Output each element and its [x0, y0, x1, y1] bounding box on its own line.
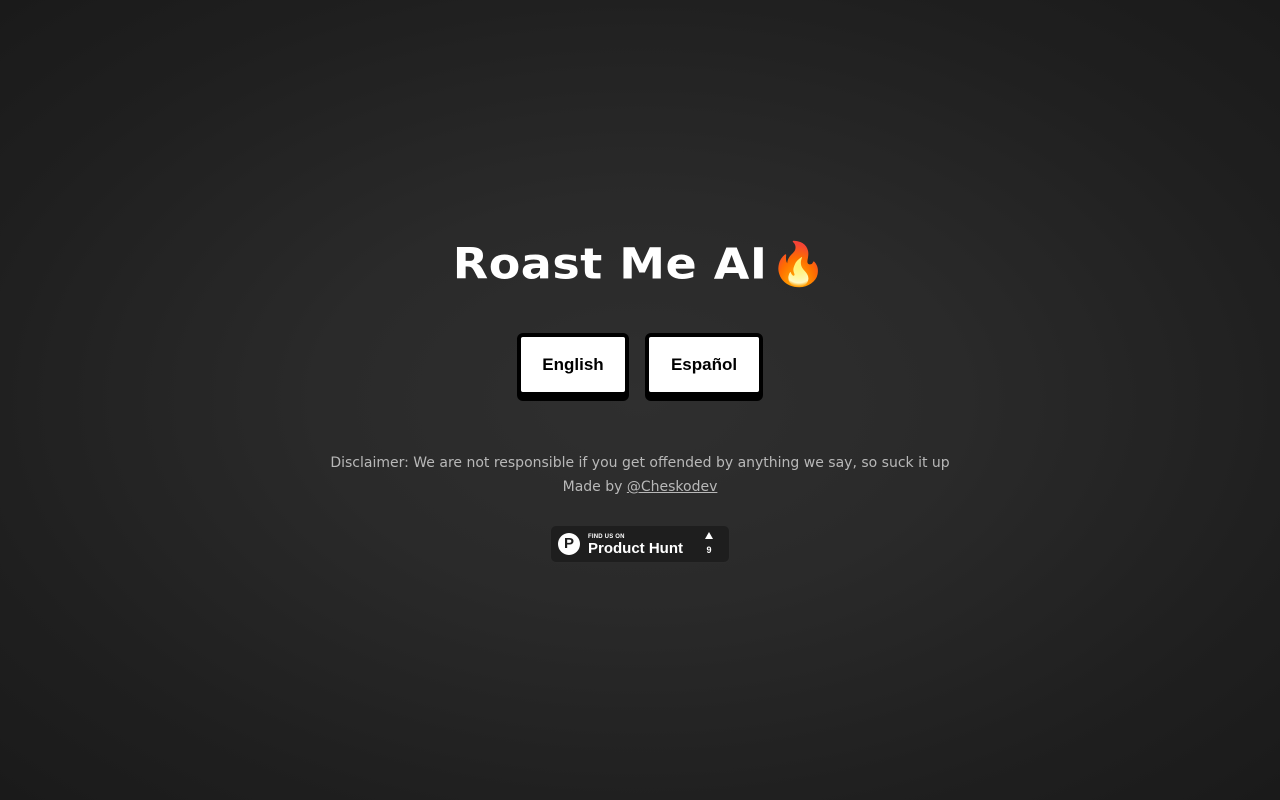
language-selector: English Español — [0, 333, 1280, 396]
product-hunt-logo-icon: P — [558, 533, 580, 555]
product-hunt-badge[interactable]: P FIND US ON Product Hunt 9 — [550, 525, 730, 563]
page: Roast Me AI🔥 English Español Disclaimer:… — [0, 0, 1280, 800]
made-by-prefix: Made by — [562, 479, 623, 495]
page-title: Roast Me AI🔥 — [0, 235, 1280, 294]
spanish-button[interactable]: Español — [645, 333, 763, 396]
fire-icon: 🔥 — [769, 239, 828, 289]
made-by-line: Made by @Cheskodev — [0, 477, 1280, 497]
product-hunt-name: Product Hunt — [588, 540, 683, 557]
english-button[interactable]: English — [517, 333, 629, 396]
title-text: Roast Me AI — [452, 239, 768, 289]
author-link[interactable]: @Cheskodev — [627, 479, 718, 495]
upvote-count: 9 — [706, 545, 712, 555]
disclaimer-text: Disclaimer: We are not responsible if yo… — [330, 455, 950, 471]
upvote-arrow-icon — [705, 532, 713, 539]
